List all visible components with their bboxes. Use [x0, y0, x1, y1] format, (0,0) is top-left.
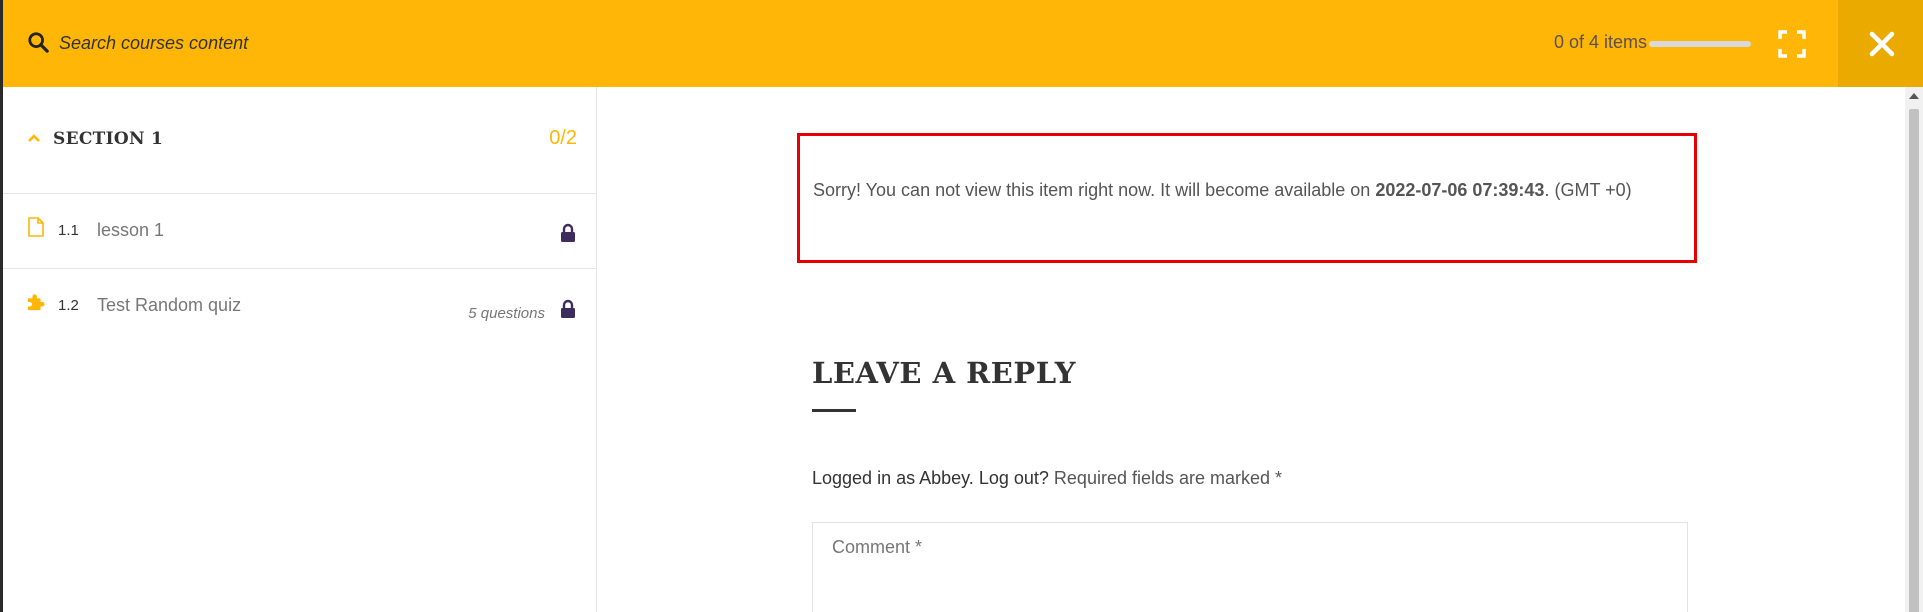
quiz-question-count: 5 questions [468, 305, 545, 322]
file-icon [28, 217, 44, 237]
availability-notice: Sorry! You can not view this item right … [797, 133, 1697, 263]
fullscreen-icon[interactable] [1777, 29, 1807, 59]
close-icon [1869, 31, 1895, 56]
notice-text: Sorry! You can not view this item right … [813, 180, 1632, 201]
scrollbar[interactable] [1905, 87, 1923, 612]
course-viewer: 0 of 4 items SECTION 1 0/2 [0, 0, 1923, 612]
item-title: Test Random quiz [97, 295, 242, 315]
puzzle-icon [27, 294, 45, 311]
lock-icon [561, 223, 575, 242]
scroll-up-arrow-icon[interactable] [1909, 93, 1919, 99]
chevron-up-icon [28, 134, 40, 142]
curriculum-item-lesson[interactable]: 1.1 lesson 1 [3, 194, 597, 269]
logged-in-notice: Logged in as Abbey. Log out? Required fi… [812, 468, 1282, 489]
logout-link[interactable]: Log out? [979, 468, 1049, 488]
available-date: 2022-07-06 07:39:43 [1375, 180, 1545, 200]
scrollbar-thumb[interactable] [1909, 109, 1919, 612]
lock-icon [561, 299, 575, 318]
course-header-bar: 0 of 4 items [3, 0, 1923, 87]
progress-bar [1649, 41, 1751, 47]
comment-textarea[interactable]: Comment * [812, 522, 1688, 612]
notice-timezone: . (GMT +0) [1544, 180, 1632, 200]
item-title: lesson 1 [97, 220, 165, 240]
search-courses-input[interactable] [59, 26, 479, 60]
notice-message: Sorry! You can not view this item right … [813, 180, 1371, 200]
logged-in-as-text: Logged in as Abbey. [812, 468, 974, 488]
curriculum-item-quiz[interactable]: 1.2 Test Random quiz 5 questions [3, 269, 597, 344]
close-button[interactable] [1838, 0, 1923, 87]
item-number: 1.2 [58, 297, 79, 314]
section-header[interactable]: SECTION 1 0/2 [3, 87, 597, 194]
comment-placeholder: Comment * [832, 537, 923, 557]
progress-text: 0 of 4 items [1553, 32, 1647, 52]
section-progress-count: 0/2 [549, 127, 577, 149]
required-fields-note: Required fields are marked * [1053, 468, 1283, 488]
item-number: 1.1 [58, 222, 79, 239]
section-title: SECTION 1 [53, 129, 164, 149]
heading-underline [812, 409, 856, 412]
reply-heading: LEAVE A REPLY [812, 356, 1076, 390]
course-curriculum-sidebar: SECTION 1 0/2 1.1 lesson 1 1.2 Test Rand… [3, 87, 597, 612]
search-icon[interactable] [27, 31, 49, 53]
